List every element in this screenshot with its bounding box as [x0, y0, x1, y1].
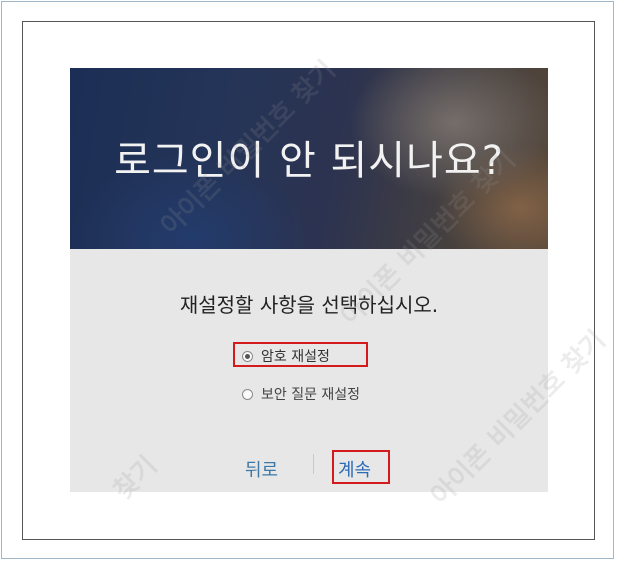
radio-option-reset-security-questions[interactable]: 보안 질문 재설정	[242, 383, 360, 405]
instruction-text: 재설정할 사항을 선택하십시오.	[179, 293, 439, 317]
highlight-box-password-option	[233, 342, 368, 367]
link-divider	[313, 454, 314, 474]
back-link[interactable]: 뒤로	[245, 456, 278, 482]
option-label: 보안 질문 재설정	[261, 387, 361, 403]
radio-unselected-icon[interactable]	[242, 388, 253, 400]
banner-title: 로그인이 안 되시나요?	[114, 138, 504, 184]
login-help-dialog: 로그인이 안 되시나요? 재설정할 사항을 선택하십시오. 암호 재설정 보안 …	[70, 55, 612, 511]
banner: 로그인이 안 되시나요?	[70, 68, 548, 249]
highlight-box-continue	[332, 450, 390, 484]
